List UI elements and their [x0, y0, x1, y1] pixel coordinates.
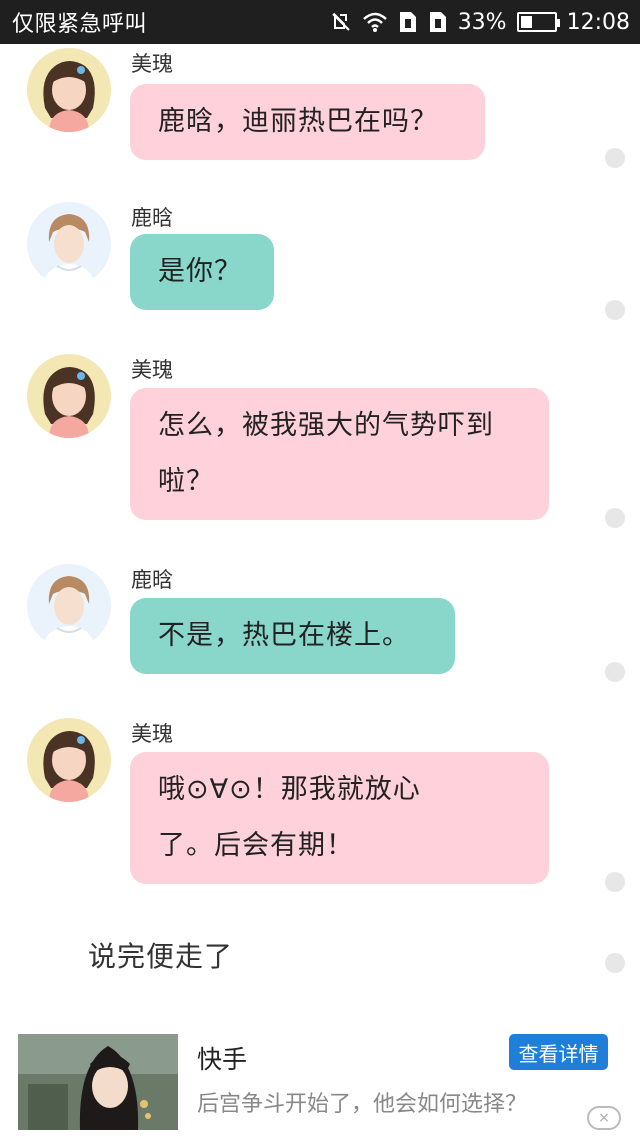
- message-bubble[interactable]: 是你？: [130, 234, 274, 310]
- message-dot: [605, 872, 625, 892]
- sim2-icon: [428, 11, 448, 33]
- clock: 12:08: [566, 9, 630, 35]
- message-bubble[interactable]: 怎么，被我强大的气势吓到 啦？: [130, 388, 549, 520]
- sender-name: 鹿晗: [131, 206, 173, 230]
- message-line: 了。后会有期！: [158, 830, 354, 861]
- avatar-meigui[interactable]: [27, 48, 111, 132]
- ad-banner[interactable]: 快手 后宫争斗开始了，他会如何选择？ 查看详情 ×: [0, 1020, 640, 1138]
- battery-percent: 33%: [457, 9, 507, 35]
- message-bubble[interactable]: 不是，热巴在楼上。: [130, 598, 455, 674]
- sender-name: 美瑰: [131, 722, 173, 746]
- avatar-luhan[interactable]: [27, 564, 111, 648]
- mute-icon: [330, 11, 352, 33]
- view-details-button[interactable]: 查看详情: [509, 1034, 608, 1070]
- message-line: 哦⊙∀⊙！那我就放心: [158, 774, 421, 805]
- message-bubble[interactable]: 鹿晗，迪丽热巴在吗？: [130, 84, 485, 160]
- message-dot: [605, 508, 625, 528]
- sender-name: 美瑰: [131, 358, 173, 382]
- narration-text: 说完便走了: [88, 940, 234, 973]
- message-line: 怎么，被我强大的气势吓到: [158, 410, 494, 441]
- message-bubble[interactable]: 哦⊙∀⊙！那我就放心 了。后会有期！: [130, 752, 549, 884]
- message-line: 啦？: [158, 466, 214, 497]
- ad-subtitle: 后宫争斗开始了，他会如何选择？: [197, 1092, 528, 1117]
- avatar-meigui[interactable]: [27, 718, 111, 802]
- avatar-meigui[interactable]: [27, 354, 111, 438]
- ad-thumbnail[interactable]: [18, 1034, 178, 1130]
- battery-fill: [520, 16, 532, 28]
- message-line: 不是，热巴在楼上。: [158, 620, 410, 651]
- ad-title: 快手: [197, 1045, 248, 1074]
- message-dot: [605, 148, 625, 168]
- carrier-text: 仅限紧急呼叫: [12, 12, 148, 37]
- message-line: 是你？: [158, 256, 242, 287]
- sender-name: 美瑰: [131, 52, 173, 76]
- avatar-luhan[interactable]: [27, 202, 111, 286]
- message-dot: [605, 662, 625, 682]
- sender-name: 鹿晗: [131, 568, 173, 592]
- message-line: 鹿晗，迪丽热巴在吗？: [158, 106, 438, 137]
- sim1-icon: [398, 11, 418, 33]
- battery-icon: [516, 12, 560, 32]
- close-icon[interactable]: ×: [587, 1106, 621, 1130]
- wifi-icon: [362, 11, 388, 33]
- message-dot: [605, 300, 625, 320]
- status-bar: 仅限紧急呼叫 33% 12:08: [0, 0, 640, 44]
- message-dot: [605, 953, 625, 973]
- status-icons: 33% 12:08: [330, 10, 630, 35]
